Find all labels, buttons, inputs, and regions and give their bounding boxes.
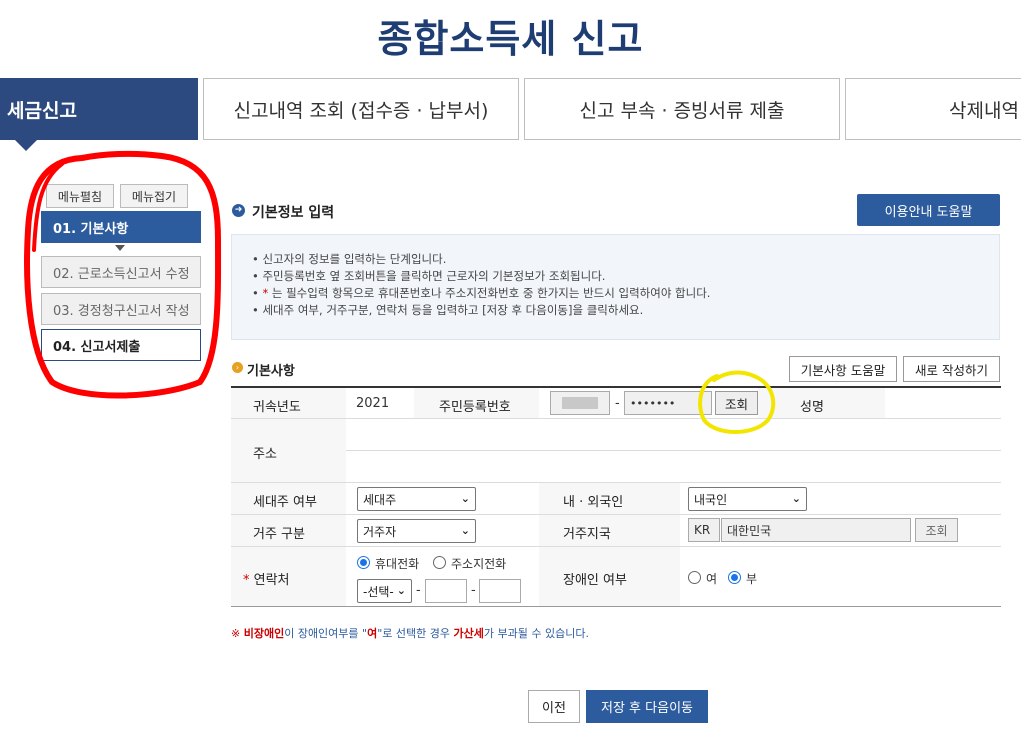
notice-item: • 신고자의 정보를 입력하는 단계입니다. — [252, 252, 447, 266]
row-divider — [231, 514, 1001, 515]
tab-label: 신고 부속 · 증빙서류 제출 — [579, 99, 785, 122]
active-tab-pointer — [14, 139, 38, 151]
menu-collapse-button[interactable]: 메뉴접기 — [120, 184, 188, 208]
row-divider — [346, 450, 1001, 451]
mobile-label: 휴대전화 — [375, 557, 420, 571]
householder-label: 세대주 여부 — [253, 495, 317, 510]
disability-no-radio[interactable] — [728, 571, 741, 584]
year-label: 귀속년도 — [253, 400, 301, 415]
row-divider — [231, 482, 1001, 483]
notice-item: • 주민등록번호 옆 조회버튼을 클릭하면 근로자의 기본정보가 조회됩니다. — [252, 269, 606, 283]
tab-attachments[interactable]: 신고 부속 · 증빙서류 제출 — [524, 78, 840, 140]
country-name-input: 대한민국 — [721, 518, 911, 542]
chevron-down-icon: ⌄ — [396, 584, 406, 597]
usage-help-button[interactable]: 이용안내 도움말 — [857, 194, 1000, 226]
bullet-icon: › — [232, 362, 243, 373]
phone-last-input[interactable] — [479, 579, 521, 603]
rrn-front-input[interactable] — [550, 391, 610, 415]
tab-tax-filing[interactable]: 세금신고 — [0, 78, 198, 140]
disability-yes-label: 여 — [706, 572, 718, 586]
phone-prefix-select[interactable]: -선택- ⌄ — [357, 579, 412, 603]
disability-no-label: 부 — [746, 572, 758, 586]
phone-dash: - — [416, 583, 421, 598]
name-label: 성명 — [800, 400, 824, 415]
step-correction[interactable]: 03. 경정청구신고서 작성 — [41, 293, 201, 325]
country-lookup-button[interactable]: 조회 — [915, 518, 958, 542]
row-divider — [231, 418, 1001, 419]
save-next-button[interactable]: 저장 후 다음이동 — [586, 690, 708, 723]
tab-deleted[interactable]: 삭제내역 — [845, 78, 1021, 140]
nationality-label: 내 · 외국인 — [563, 495, 624, 510]
form-table — [231, 386, 1001, 388]
chevron-down-icon: ⌄ — [460, 492, 470, 505]
new-form-button[interactable]: 새로 작성하기 — [903, 356, 1000, 382]
section-title-basic: 기본사항 — [247, 364, 295, 379]
tab-label: 신고내역 조회 (접수증 · 납부서) — [233, 99, 489, 122]
arrow-circle-icon: ➜ — [232, 204, 245, 217]
menu-expand-button[interactable]: 메뉴펼침 — [46, 184, 114, 208]
penalty-notice: ※ 비장애인이 장애인여부를 "여"로 선택한 경우 가산세가 부과될 수 있습… — [231, 627, 589, 640]
step-arrow-icon — [115, 245, 125, 251]
blurred-value — [562, 397, 598, 409]
chevron-down-icon: ⌄ — [791, 492, 801, 505]
step-wage-income[interactable]: 02. 근로소득신고서 수정 — [41, 256, 201, 288]
disability-yes-radio[interactable] — [688, 571, 701, 584]
tab-label: 세금신고 — [7, 99, 77, 122]
residence-select[interactable]: 거주자 ⌄ — [357, 519, 476, 543]
contact-label: * 연락처 — [243, 573, 290, 588]
year-value: 2021 — [356, 396, 390, 411]
chevron-down-icon: ⌄ — [460, 524, 470, 537]
address-label: 주소 — [253, 447, 277, 462]
select-value: -선택- — [363, 584, 394, 599]
rrn-label: 주민등록번호 — [439, 400, 511, 415]
mobile-radio[interactable] — [357, 556, 370, 569]
yellow-annotation — [698, 370, 776, 434]
home-phone-label: 주소지전화 — [451, 557, 507, 571]
disability-label: 장애인 여부 — [563, 573, 627, 588]
notice-item: • * 는 필수입력 항목으로 휴대폰번호나 주소지전화번호 중 한가지는 반드… — [252, 286, 711, 300]
prev-button[interactable]: 이전 — [528, 690, 580, 723]
notice-box: • 신고자의 정보를 입력하는 단계입니다. • 주민등록번호 옆 조회버튼을 … — [231, 234, 1000, 340]
home-phone-radio[interactable] — [433, 556, 446, 569]
page-title: 종합소득세 신고 — [377, 17, 644, 61]
country-code-input: KR — [688, 518, 720, 542]
residence-country-label: 거주지국 — [563, 527, 611, 542]
basic-help-button[interactable]: 기본사항 도움말 — [789, 356, 897, 382]
select-value: 거주자 — [363, 524, 397, 539]
residence-label: 거주 구분 — [253, 527, 305, 542]
rrn-dash: - — [615, 396, 620, 411]
notice-item: • 세대주 여부, 거주구분, 연락처 등을 입력하고 [저장 후 다음이동]을… — [252, 303, 644, 317]
tab-label: 삭제내역 — [949, 99, 1019, 122]
row-divider — [231, 606, 1001, 607]
householder-select[interactable]: 세대주 ⌄ — [357, 487, 476, 511]
phone-dash: - — [471, 583, 476, 598]
select-value: 내국인 — [694, 492, 728, 507]
select-value: 세대주 — [363, 492, 397, 507]
section-title-basic-info: 기본정보 입력 — [252, 205, 335, 221]
row-divider — [231, 546, 1001, 547]
nationality-select[interactable]: 내국인 ⌄ — [688, 487, 807, 511]
step-submit[interactable]: 04. 신고서제출 — [41, 329, 201, 361]
tab-history[interactable]: 신고내역 조회 (접수증 · 납부서) — [203, 78, 519, 140]
phone-middle-input[interactable] — [425, 579, 467, 603]
step-basic-info[interactable]: 01. 기본사항 — [41, 211, 201, 243]
